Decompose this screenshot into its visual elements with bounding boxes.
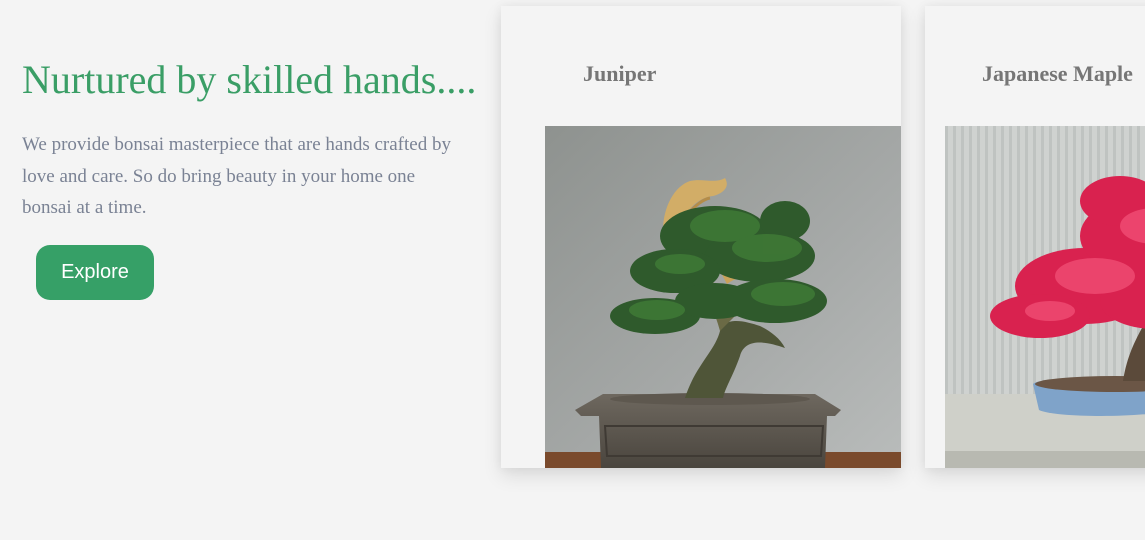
- japanese-maple-bonsai-image: [945, 126, 1145, 468]
- juniper-bonsai-image: [545, 126, 901, 468]
- hero-title: Nurtured by skilled hands....: [22, 57, 477, 102]
- hero-section: Nurtured by skilled hands.... We provide…: [22, 56, 492, 224]
- hero-description: We provide bonsai masterpiece that are h…: [22, 134, 451, 218]
- explore-button[interactable]: Explore: [36, 245, 154, 300]
- product-card-japanese-maple[interactable]: Japanese Maple: [925, 6, 1145, 468]
- page: Nurtured by skilled hands.... We provide…: [0, 0, 1145, 540]
- card-title: Juniper: [583, 61, 657, 86]
- product-card-juniper[interactable]: Juniper: [501, 6, 901, 468]
- card-title: Japanese Maple: [982, 61, 1133, 86]
